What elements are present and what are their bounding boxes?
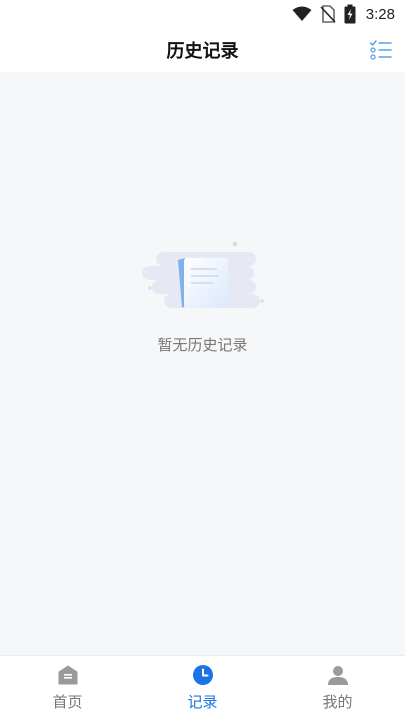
filter-button[interactable] [367, 36, 395, 64]
screen: 3:28 历史记录 暂无历史记录 首页 记录 我的 [0, 0, 405, 720]
empty-document-icon [141, 241, 264, 308]
empty-illustration [138, 238, 268, 324]
home-icon [56, 663, 80, 687]
bottom-nav: 首页 记录 我的 [0, 655, 405, 720]
nav-label-home: 首页 [52, 693, 83, 711]
nav-label-records: 记录 [187, 693, 218, 711]
clock-icon [191, 663, 215, 687]
user-icon [326, 663, 350, 687]
nav-item-records[interactable]: 记录 [135, 656, 270, 720]
app-header: 历史记录 [0, 28, 405, 72]
status-time: 3:28 [365, 5, 395, 23]
no-sim-icon [320, 5, 336, 23]
nav-item-profile[interactable]: 我的 [270, 656, 405, 720]
empty-state: 暂无历史记录 [0, 72, 405, 655]
status-bar: 3:28 [0, 0, 405, 28]
empty-message: 暂无历史记录 [157, 336, 248, 354]
checklist-icon [369, 40, 392, 60]
nav-label-profile: 我的 [322, 693, 353, 711]
page-title: 历史记录 [166, 41, 239, 62]
nav-item-home[interactable]: 首页 [0, 656, 135, 720]
battery-charging-icon [344, 4, 356, 24]
wifi-icon [292, 6, 312, 21]
